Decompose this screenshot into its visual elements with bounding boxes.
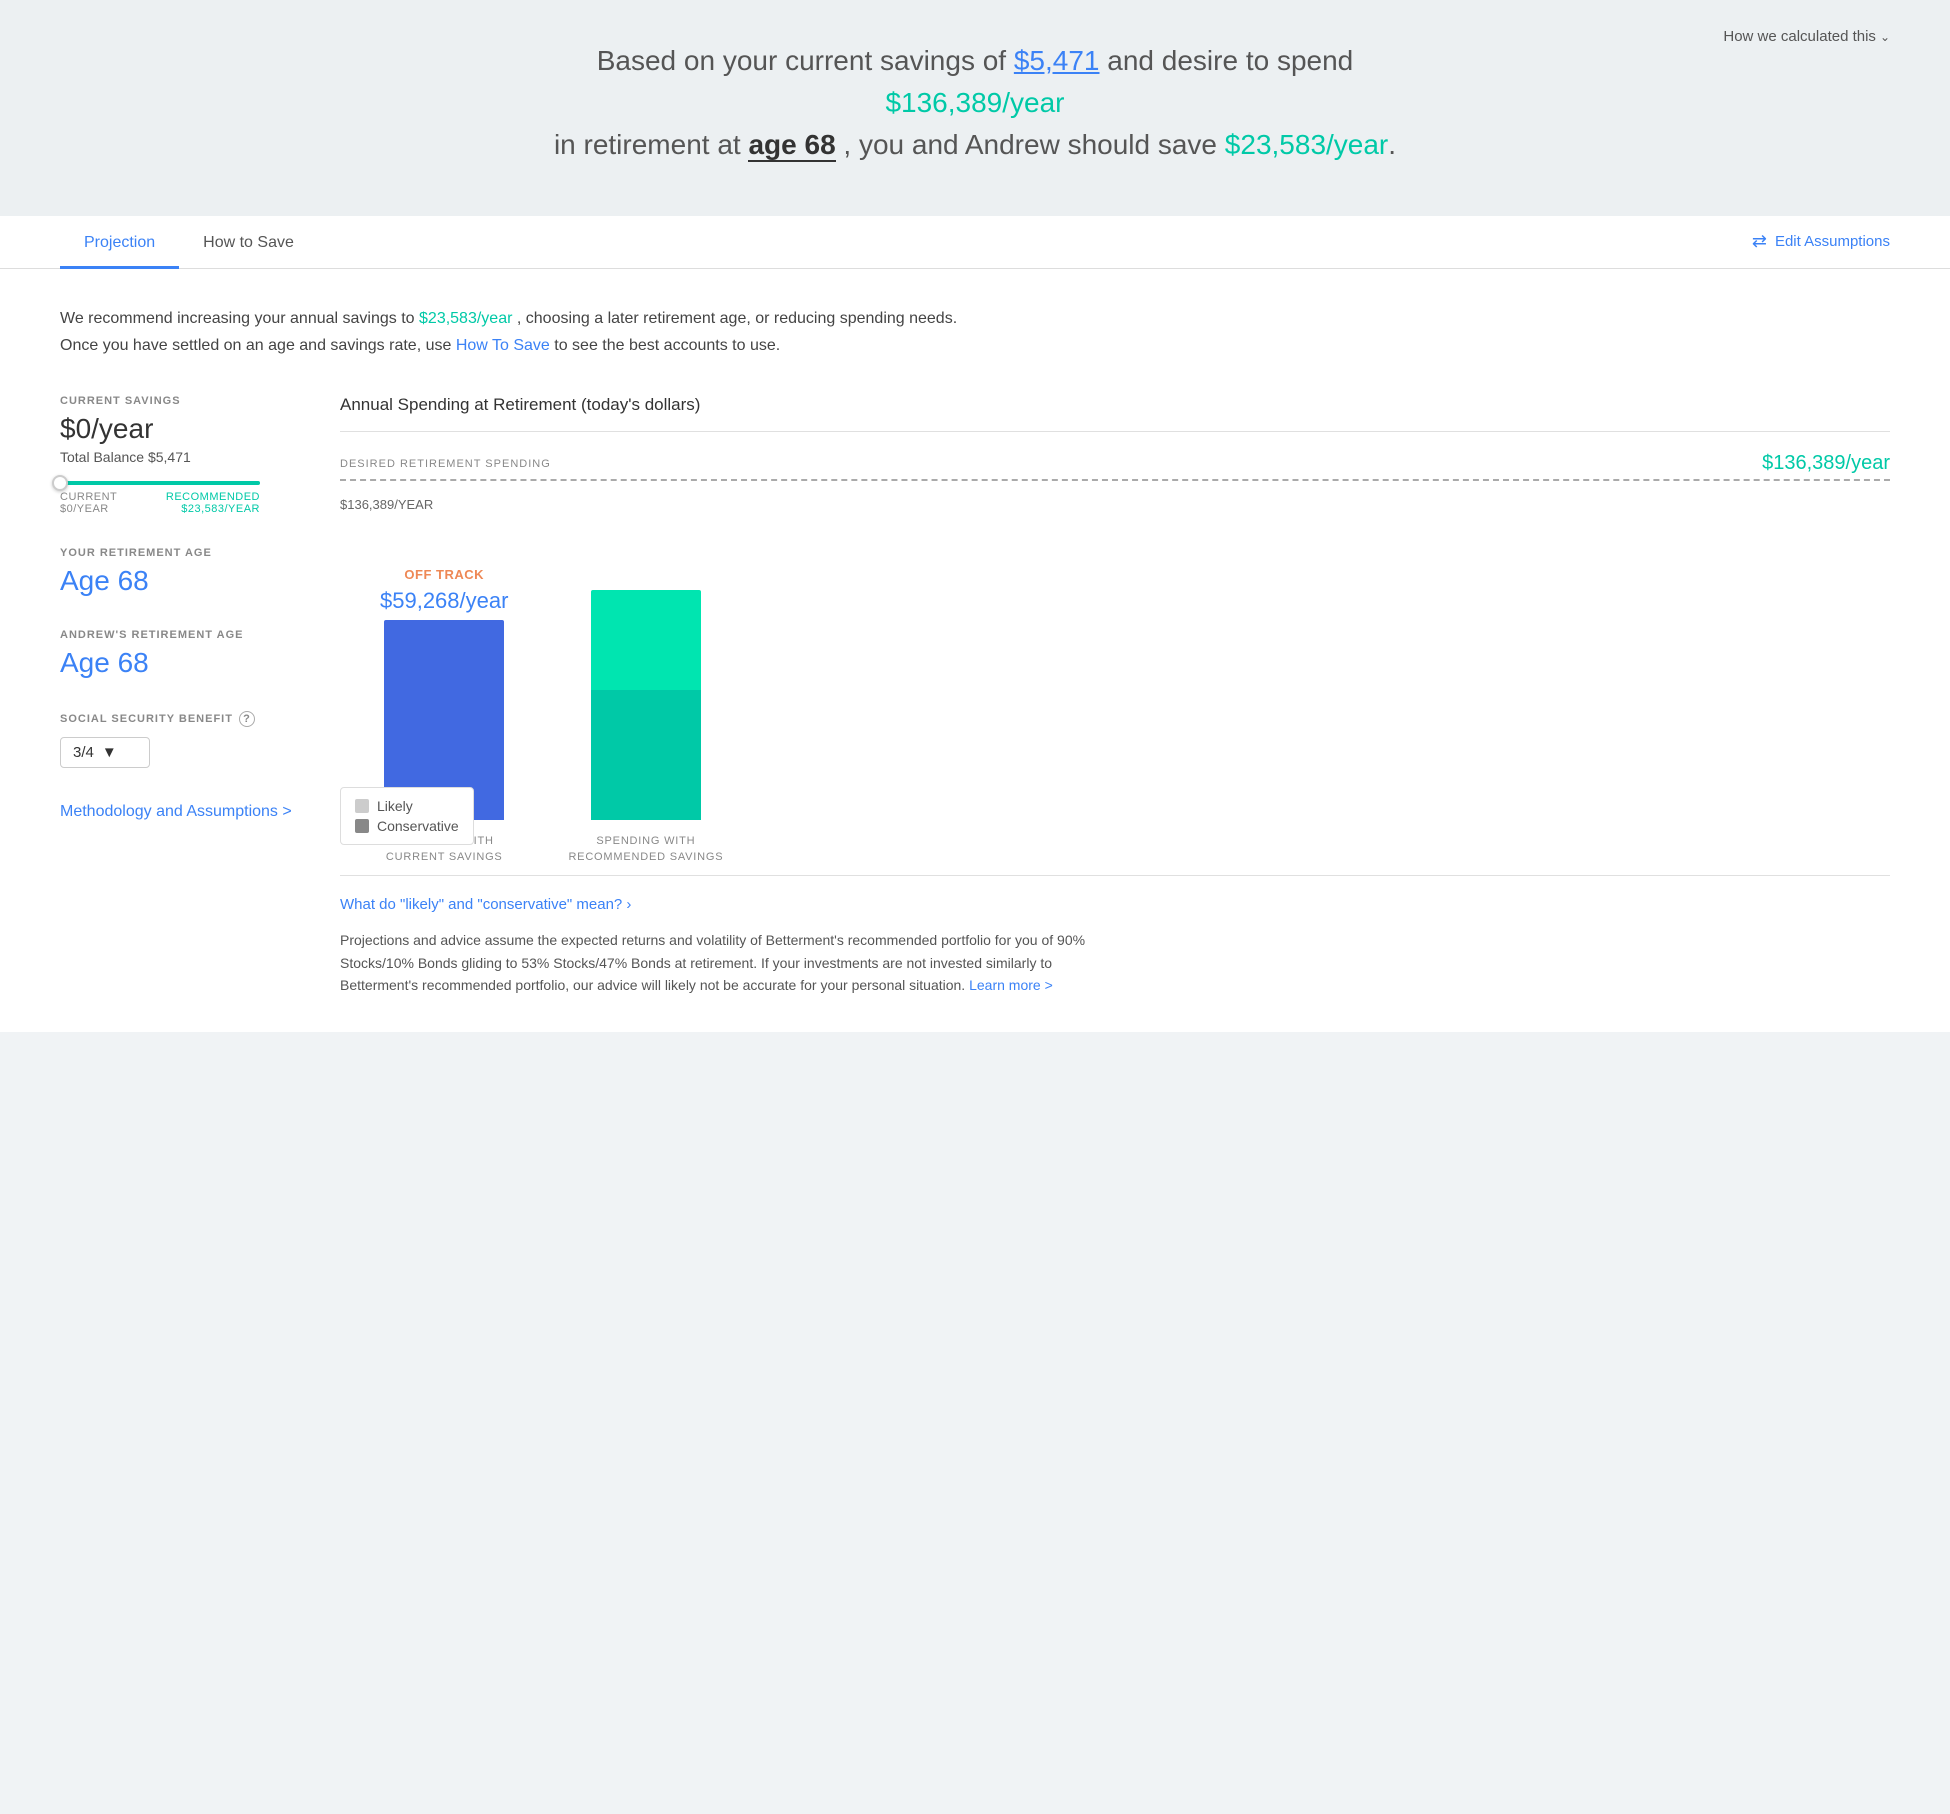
current-savings-value: $0/year <box>60 413 300 445</box>
how-to-save-link[interactable]: How To Save <box>456 337 550 354</box>
chart-container: DESIRED RETIREMENT SPENDING $136,389/yea… <box>340 431 1890 876</box>
slider-recommended-value: $23,583/YEAR <box>166 503 260 515</box>
rec-text2: , choosing a later retirement age, or re… <box>517 310 957 327</box>
andrew-retirement-value: Age 68 <box>60 647 300 679</box>
help-icon[interactable]: ? <box>239 711 255 727</box>
desired-spending-label: DESIRED RETIREMENT SPENDING <box>340 458 551 470</box>
andrew-retirement-label: ANDREW'S RETIREMENT AGE <box>60 629 300 641</box>
how-calculated-button[interactable]: How we calculated this ⌄ <box>1723 28 1890 45</box>
retirement-age-label: YOUR RETIREMENT AGE <box>60 547 300 559</box>
chart-y-label: $136,389/YEAR <box>340 497 1890 512</box>
desired-spending-value: $136,389/year <box>1762 452 1890 475</box>
rec-amount: $23,583/year <box>419 310 512 327</box>
social-security-label-row: SOCIAL SECURITY BENEFIT ? <box>60 711 300 727</box>
slider-current-label: CURRENT <box>60 491 117 503</box>
top-banner: How we calculated this ⌄ Based on your c… <box>0 0 1950 216</box>
projection-note: Projections and advice assume the expect… <box>340 929 1120 996</box>
savings-amount-link[interactable]: $5,471 <box>1014 45 1100 76</box>
legend-box: Likely Conservative <box>340 787 474 845</box>
bar-off-track-label: OFF TRACK <box>404 567 484 582</box>
savings-slider[interactable]: CURRENT $0/YEAR RECOMMENDED $23,583/YEAR <box>60 481 300 515</box>
conservative-swatch <box>355 819 369 833</box>
legend-conservative: Conservative <box>355 818 459 834</box>
learn-more-link[interactable]: Learn more > <box>969 977 1053 993</box>
banner-text-after-age: , you and Andrew should save <box>843 129 1217 160</box>
chart-title: Annual Spending at Retirement (today's d… <box>340 395 1890 415</box>
slider-recommended-label: RECOMMENDED <box>166 491 260 503</box>
retirement-age-value: Age 68 <box>60 565 300 597</box>
andrew-retirement-section: ANDREW'S RETIREMENT AGE Age 68 <box>60 629 300 679</box>
slider-thumb <box>52 475 68 491</box>
edit-assumptions-button[interactable]: ⇄ Edit Assumptions <box>1752 231 1890 268</box>
total-balance: Total Balance $5,471 <box>60 449 300 465</box>
social-security-dropdown[interactable]: 3/4 ▼ <box>60 737 150 768</box>
banner-text-after-savings: and desire to spend <box>1107 45 1353 76</box>
slider-current-value: $0/YEAR <box>60 503 117 515</box>
social-security-label-text: SOCIAL SECURITY BENEFIT <box>60 713 233 725</box>
main-content: We recommend increasing your annual savi… <box>0 269 1950 1032</box>
dropdown-arrow-icon: ▼ <box>102 744 117 761</box>
sliders-icon: ⇄ <box>1752 231 1767 252</box>
edit-assumptions-label: Edit Assumptions <box>1775 233 1890 250</box>
retire-age: age 68 <box>748 129 835 162</box>
dashed-divider <box>340 479 1890 481</box>
retirement-age-section: YOUR RETIREMENT AGE Age 68 <box>60 547 300 597</box>
tabs-left: Projection How to Save <box>60 216 318 268</box>
rec-text1: We recommend increasing your annual savi… <box>60 310 415 327</box>
bar-recommended-likely <box>591 590 701 690</box>
tabs-bar: Projection How to Save ⇄ Edit Assumption… <box>0 216 1950 269</box>
chevron-down-icon: ⌄ <box>1880 30 1890 44</box>
rec-text3: Once you have settled on an age and savi… <box>60 337 451 354</box>
bar-recommended-conservative <box>591 690 701 820</box>
banner-summary: Based on your current savings of $5,471 … <box>525 40 1425 166</box>
social-security-value: 3/4 <box>73 744 94 761</box>
banner-text-after-spend: in retirement at <box>554 129 741 160</box>
left-sidebar: CURRENT SAVINGS $0/year Total Balance $5… <box>60 395 300 824</box>
methodology-link[interactable]: Methodology and Assumptions > <box>60 800 300 824</box>
save-amount: $23,583/year <box>1225 129 1388 160</box>
how-calculated-label: How we calculated this <box>1723 28 1876 45</box>
current-savings-label: CURRENT SAVINGS <box>60 395 300 407</box>
what-likely-link[interactable]: What do "likely" and "conservative" mean… <box>340 896 1890 913</box>
spend-amount-link[interactable]: $136,389/year <box>885 87 1064 118</box>
current-savings-section: CURRENT SAVINGS $0/year Total Balance $5… <box>60 395 300 515</box>
slider-fill <box>60 481 260 485</box>
slider-labels: CURRENT $0/YEAR RECOMMENDED $23,583/YEAR <box>60 491 260 515</box>
legend-likely-label: Likely <box>377 798 413 814</box>
tab-how-to-save[interactable]: How to Save <box>179 216 318 269</box>
bars-row: Likely Conservative OFF TRACK $59,268/ye… <box>340 520 1890 865</box>
slider-track <box>60 481 260 485</box>
bar-recommended-column: SPENDING WITHRECOMMENDED SAVINGS <box>568 520 723 865</box>
content-grid: CURRENT SAVINGS $0/year Total Balance $5… <box>60 395 1890 996</box>
rec-text4: to see the best accounts to use. <box>554 337 780 354</box>
recommendation-text: We recommend increasing your annual savi… <box>60 305 1110 359</box>
likely-swatch <box>355 799 369 813</box>
bar-recommended-label: SPENDING WITHRECOMMENDED SAVINGS <box>568 834 723 865</box>
legend-conservative-label: Conservative <box>377 818 459 834</box>
social-security-section: SOCIAL SECURITY BENEFIT ? 3/4 ▼ <box>60 711 300 768</box>
banner-text-before: Based on your current savings of <box>597 45 1006 76</box>
chart-area: Annual Spending at Retirement (today's d… <box>340 395 1890 996</box>
bar-current-value: $59,268/year <box>380 588 508 614</box>
desired-spending-row: DESIRED RETIREMENT SPENDING $136,389/yea… <box>340 452 1890 475</box>
tab-projection[interactable]: Projection <box>60 216 179 269</box>
legend-likely: Likely <box>355 798 459 814</box>
bar-recommended-wrapper <box>591 590 701 820</box>
